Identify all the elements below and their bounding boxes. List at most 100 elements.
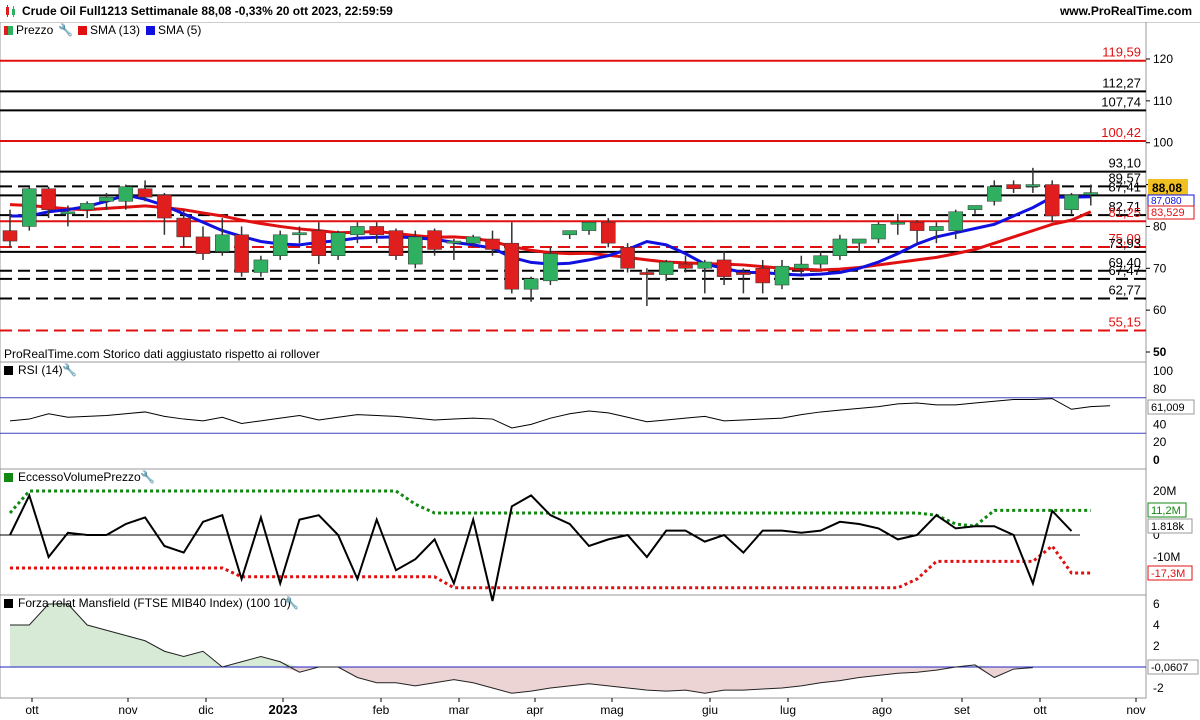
level-label-4: 93,10 [1108,156,1141,171]
brand-label: www.ProRealTime.com [1059,4,1192,18]
candle [388,228,404,260]
x-label-13: nov [1126,703,1145,717]
candle-body [523,278,539,290]
rollover-note: ProRealTime.com Storico dati aggiustato … [4,347,320,361]
candle-body [292,232,307,236]
candle-body [871,224,886,240]
evp-tick-label-2: -10M [1153,550,1180,564]
x-label-8: giu [702,703,718,717]
candle-body [813,255,828,265]
x-label-12: ott [1033,703,1047,717]
candle-body [2,230,18,242]
candle-body [350,226,365,236]
candle-body [272,234,288,256]
level-label-6: 87,41 [1108,179,1141,194]
wrench-icon[interactable]: 🔧 [140,469,155,484]
evp-upper-tag: 11,2M [1151,505,1181,517]
level-label-0: 119,59 [1102,45,1141,60]
mansfield-value-tag: -0,0607 [1151,662,1188,674]
rsi-tick-label-4: 20 [1153,435,1167,449]
candle-body [330,232,346,256]
candle-body [987,186,1002,202]
candle [620,243,635,273]
rsi-tick-label-3: 40 [1153,417,1167,431]
candle-body [234,234,249,273]
candle-body [137,188,153,198]
level-label-2: 107,74 [1101,94,1141,109]
candle-body [408,236,423,265]
candle-body [1064,194,1079,210]
x-label-2: dic [198,703,213,717]
candle-body [620,247,635,269]
candle-body [755,268,770,284]
candle-body [215,234,230,252]
x-label-4: feb [373,703,390,717]
candle-body [79,203,95,210]
rsi-value-tag: 61,009 [1151,402,1185,414]
level-label-1: 112,27 [1102,75,1141,90]
candle-body [1044,184,1060,217]
mansfield-tick-label-3: -2 [1153,681,1164,695]
candle [1044,180,1060,223]
sma13-tag: 83,529 [1151,207,1185,219]
candle-body [967,205,983,210]
candle-body [446,240,462,244]
rsi-tick-label-5: 0 [1153,453,1160,467]
candle-body [60,211,76,215]
mansfield-legend: Forza relat Mansfield (FTSE MIB40 Index)… [4,595,299,610]
price-tick-label-7: 50 [1153,345,1167,359]
level-label-8: 81,25 [1108,205,1141,220]
price-tick-label-1: 110 [1153,94,1172,108]
rsi-tick-label-1: 80 [1153,382,1167,396]
legend-prezzo: Prezzo [16,23,54,37]
evp-label: EccessoVolumePrezzo [18,470,141,484]
candle-body [774,265,790,286]
candle-body [195,236,211,254]
candle-body [465,236,481,244]
candle-body [504,242,520,290]
wrench-icon[interactable]: 🔧 [58,22,73,37]
candle-body [1006,184,1021,190]
candle-body [176,217,191,238]
price-legend: Prezzo 🔧 SMA (13) SMA (5) [4,22,201,37]
x-label-10: ago [872,703,892,717]
wrench-icon[interactable]: 🔧 [284,595,299,610]
candle [272,230,288,260]
price-tick-label-4: 80 [1153,219,1167,233]
x-label-7: mag [600,703,623,717]
x-label-6: apr [526,703,543,717]
candle-body [601,221,616,244]
x-label-1: nov [118,703,137,717]
level-label-14: 55,15 [1108,314,1141,329]
candle-body [909,221,925,231]
last-price-tag: 88,08 [1152,181,1182,195]
candle-body [929,226,944,231]
x-label-11: set [954,703,971,717]
price-tick-label-6: 60 [1153,303,1167,317]
level-label-13: 62,77 [1108,283,1141,298]
candle-body [639,272,655,275]
time-axis: ott nov dic 2023 feb mar apr mag giu lug ago set ott… [25,698,1146,717]
price-tick-label-0: 120 [1153,52,1173,66]
candle-body [890,221,906,225]
candle-body [948,211,963,231]
price-tick-label-5: 70 [1153,261,1167,275]
candle-body [1025,184,1041,187]
evp-legend: EccessoVolumePrezzo 🔧 [4,469,155,484]
evp-value-tag: 1.818k [1151,521,1185,533]
wrench-icon[interactable]: 🔧 [62,362,77,377]
candle-body [716,259,732,277]
chart-area: 119,59112,27107,74100,4293,1089,5787,418… [0,22,1199,717]
candlestick-icon [6,5,15,17]
sma5-tag: 87,080 [1151,196,1182,207]
candle-body [427,230,442,250]
mansfield-label: Forza relat Mansfield (FTSE MIB40 Index)… [18,596,291,610]
mansfield-tick-label-2: 2 [1153,639,1160,653]
candle [330,230,346,260]
candle-body [736,272,751,275]
level-label-3: 100,42 [1101,125,1141,140]
candle-body [851,238,867,244]
candle-body [22,188,37,227]
candle [601,218,616,248]
chart-title: Crude Oil Full1213 Settimanale 88,08 -0,… [22,4,393,18]
